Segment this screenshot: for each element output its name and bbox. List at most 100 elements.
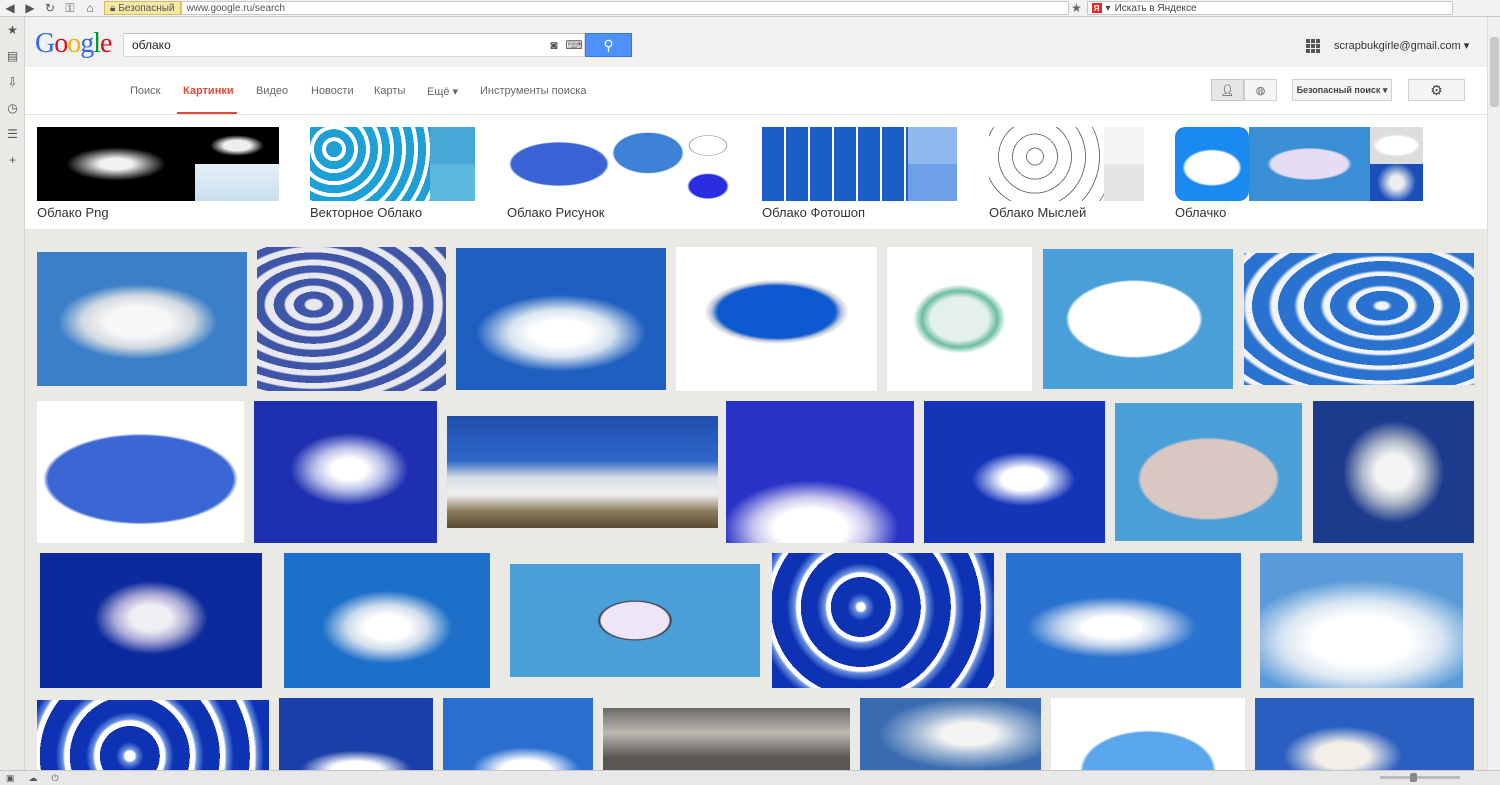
address-bar[interactable]: www.google.ru/search [180,1,1069,15]
related-caption: Облако Мыслей [989,205,1087,220]
image-result[interactable] [772,553,994,688]
keyboard-icon[interactable]: ⌨ [564,38,584,52]
image-result[interactable] [1255,698,1474,770]
settings-button[interactable]: ⚙ [1408,79,1465,101]
address-url: www.google.ru/search [186,2,285,14]
related-caption: Облако Фотошоп [762,205,866,220]
home-icon[interactable]: ⌂ [80,0,100,16]
key-icon[interactable]: ⚿ [60,0,80,16]
image-result[interactable] [726,401,914,543]
browser-toolbar: ◀ ▶ ↻ ⚿ ⌂ 🔒︎ Безопасный www.google.ru/se… [0,0,1500,17]
add-panel-icon[interactable]: + [0,147,25,173]
related-item[interactable]: Облако Мыслей [989,127,1144,220]
reload-icon[interactable]: ↻ [40,0,60,16]
downloads-icon[interactable]: ⇩ [0,69,25,95]
lock-icon: 🔒︎ [110,2,116,14]
related-item[interactable]: Облачко [1175,127,1423,220]
image-result[interactable] [1260,553,1463,688]
related-caption: Облако Png [37,205,109,220]
camera-icon[interactable]: ◙ [544,38,564,52]
back-arrow-icon[interactable]: ◀ [0,0,20,16]
image-result[interactable] [860,698,1041,770]
related-item[interactable]: Облако Png [37,127,279,220]
cloud-sync-icon[interactable]: ☁ [29,773,38,784]
tab-maps[interactable]: Карты [374,85,405,97]
image-result[interactable] [254,401,437,543]
logo-letter: o [54,28,68,59]
image-result[interactable] [257,247,446,391]
zoom-slider[interactable] [1380,773,1460,782]
related-caption: Облачко [1175,205,1227,220]
search-icon: ⚲ [603,36,614,53]
panels-icon[interactable]: ☰ [0,121,25,147]
scroll-thumb[interactable] [1490,37,1499,107]
notes-icon[interactable]: ▤ [0,43,25,69]
tab-more[interactable]: Ещё ▾ [427,85,458,98]
image-result[interactable] [603,708,850,770]
panel-toggle-icon[interactable]: ▣ [6,773,15,784]
search-button[interactable]: ⚲ [585,33,632,57]
tab-news[interactable]: Новости [311,85,354,97]
tab-search-tools[interactable]: Инструменты поиска [480,85,587,97]
bookmark-star-icon[interactable]: ★ [1069,1,1085,15]
apps-grid-icon[interactable] [1306,39,1320,53]
tab-images[interactable]: Картинки [183,85,234,97]
tab-search[interactable]: Поиск [130,85,160,97]
image-result[interactable] [40,553,262,688]
active-tab-indicator [177,112,237,114]
yandex-placeholder: Искать в Яндексе [1114,2,1197,14]
globe-icon: ◍ [1255,84,1266,97]
yandex-logo-icon: Я [1091,3,1102,13]
page-scrollbar[interactable] [1487,17,1500,770]
image-result[interactable] [1006,553,1241,688]
logo-letter: e [100,28,112,59]
google-logo[interactable]: Google [35,28,112,60]
related-caption: Облако Рисунок [507,205,605,220]
secure-label: Безопасный [118,2,175,14]
gear-icon: ⚙ [1430,81,1443,98]
image-result[interactable] [1043,249,1233,389]
chevron-down-icon[interactable]: ▾ [1106,3,1111,14]
google-header: Google облако ◙ ⌨ ⚲ scrapbukgirle@gmail.… [25,17,1487,67]
logo-letter: l [93,28,101,59]
secure-badge[interactable]: 🔒︎ Безопасный [104,1,181,15]
power-icon[interactable]: ⏻ [52,773,59,784]
image-result[interactable] [1244,253,1474,385]
history-clock-icon[interactable]: ◷ [0,95,25,121]
related-item[interactable]: Облако Рисунок [507,127,731,220]
page-content: Google облако ◙ ⌨ ⚲ scrapbukgirle@gmail.… [25,17,1487,770]
image-result[interactable] [456,248,666,390]
search-tabs-bar: Поиск Картинки Видео Новости Карты Ещё ▾… [25,67,1487,115]
yandex-search-box[interactable]: Я ▾ Искать в Яндексе [1086,1,1453,15]
image-result[interactable] [443,698,593,770]
image-result[interactable] [510,564,760,677]
image-result[interactable] [279,698,433,770]
bookmarks-star-icon[interactable]: ★ [0,17,25,43]
browser-side-panel: ★ ▤ ⇩ ◷ ☰ + [0,17,25,770]
image-result[interactable] [676,247,877,391]
zoom-slider-knob[interactable] [1410,773,1417,782]
image-result[interactable] [37,700,269,770]
browser-status-bar: ▣ ☁ ⏻ [0,770,1500,785]
image-results-grid [25,230,1487,770]
image-result[interactable] [1051,698,1245,770]
image-result[interactable] [924,401,1105,543]
image-result[interactable] [887,247,1032,391]
logo-letter: g [80,28,94,59]
image-result[interactable] [284,553,490,688]
forward-arrow-icon[interactable]: ▶ [20,0,40,16]
private-results-button[interactable]: 👤︎ [1211,79,1244,101]
image-result[interactable] [447,416,718,528]
related-item[interactable]: Векторное Облако [310,127,475,220]
related-item[interactable]: Облако Фотошоп [762,127,957,220]
safe-search-button[interactable]: Безопасный поиск ▾ [1292,79,1392,101]
search-input[interactable]: облако ◙ ⌨ [123,33,585,57]
image-result[interactable] [1313,401,1474,543]
image-result[interactable] [1115,403,1302,541]
image-result[interactable] [37,252,247,386]
public-results-button[interactable]: ◍ [1244,79,1277,101]
image-result[interactable] [37,401,244,543]
account-email[interactable]: scrapbukgirle@gmail.com ▾ [1334,39,1469,52]
logo-letter: G [35,28,55,59]
tab-video[interactable]: Видео [256,85,288,97]
